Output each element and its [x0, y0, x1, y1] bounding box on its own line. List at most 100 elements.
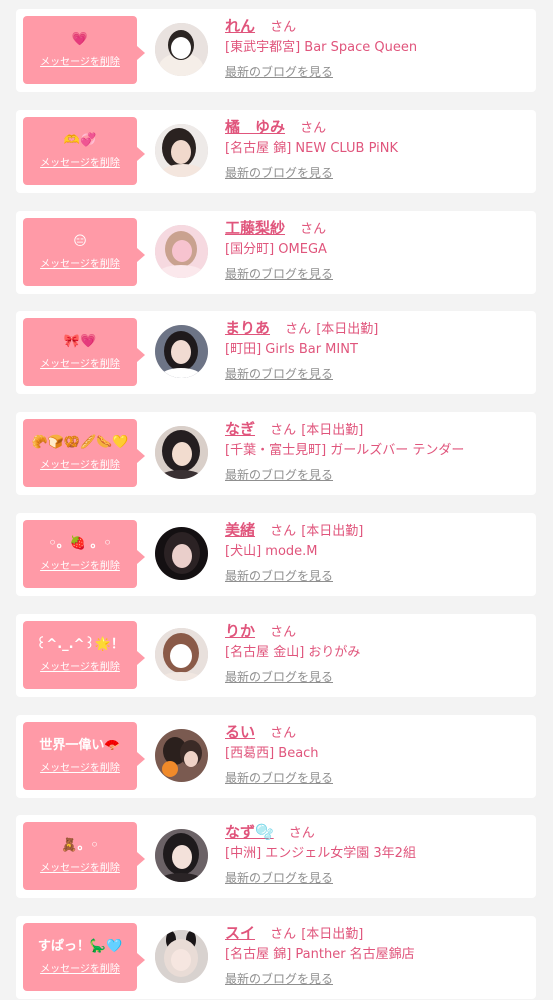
avatar[interactable] — [155, 527, 208, 580]
favorites-list: 💗 メッセージを削除 れん さん [東武宇都宮] Bar Space Queen… — [0, 0, 553, 1000]
avatar-photo — [155, 729, 208, 782]
message-text: 🫶💞 — [63, 133, 97, 148]
message-bubble: すぱっ！🦕🩵 メッセージを削除 — [23, 923, 145, 991]
list-item: ꒰^._.^꒱🌟！ メッセージを削除 りか さん [名古屋 金山] おりがみ 最… — [16, 614, 536, 697]
list-item: 🥐🍞🥨🥖🌭💛 メッセージを削除 なぎ さん [本日出勤] [千葉・富士見町] ガ… — [16, 412, 536, 495]
latest-blog-link[interactable]: 最新のブログを見る — [225, 265, 333, 282]
avatar-photo — [155, 527, 208, 580]
honorific: さん — [270, 524, 297, 539]
shop-name: [千葉・富士見町] ガールズバー テンダー — [225, 443, 465, 458]
avatar[interactable] — [155, 628, 208, 681]
message-bubble: ꒰^._.^꒱🌟！ メッセージを削除 — [23, 621, 145, 689]
message-bubble: 💗 メッセージを削除 — [23, 16, 145, 84]
honorific: さん — [288, 826, 315, 841]
avatar-photo — [155, 628, 208, 681]
message-bubble: 🥐🍞🥨🥖🌭💛 メッセージを削除 — [23, 419, 145, 487]
honorific: さん — [300, 121, 327, 136]
shop-name: [名古屋 錦] NEW CLUB PiNK — [225, 141, 398, 156]
message-bubble: 🧸。◦ メッセージを削除 — [23, 822, 145, 890]
latest-blog-link[interactable]: 最新のブログを見る — [225, 668, 333, 685]
delete-message-link[interactable]: メッセージを削除 — [27, 53, 133, 68]
shop-name: [名古屋 金山] おりがみ — [225, 645, 361, 660]
cast-name-link[interactable]: りか — [225, 623, 255, 640]
honorific: さん — [270, 423, 297, 438]
delete-message-link[interactable]: メッセージを削除 — [27, 456, 133, 471]
honorific: さん — [270, 20, 297, 35]
working-today-badge: [本日出勤] — [316, 322, 379, 337]
cast-name-link[interactable]: まりあ — [225, 320, 270, 337]
honorific: さん — [270, 927, 297, 942]
list-item: ◦。🍓 。◦ メッセージを削除 美緒 さん [本日出勤] [犬山] mode.M… — [16, 513, 536, 596]
list-item: 🧸。◦ メッセージを削除 なず🫧 さん [中洲] エンジェル女学園 3年2組 最… — [16, 815, 536, 898]
latest-blog-link[interactable]: 最新のブログを見る — [225, 63, 333, 80]
working-today-badge: [本日出勤] — [301, 524, 364, 539]
latest-blog-link[interactable]: 最新のブログを見る — [225, 164, 333, 181]
honorific: さん — [270, 726, 297, 741]
message-bubble: 🎀💗 メッセージを削除 — [23, 318, 145, 386]
latest-blog-link[interactable]: 最新のブログを見る — [225, 567, 333, 584]
message-text: ꒰^._.^꒱🌟！ — [36, 637, 124, 652]
delete-message-link[interactable]: メッセージを削除 — [27, 859, 133, 874]
message-bubble: 🫶💞 メッセージを削除 — [23, 117, 145, 185]
avatar-photo — [155, 325, 208, 378]
cast-name-link[interactable]: れん — [225, 18, 255, 35]
cast-name-link[interactable]: スイ — [225, 925, 255, 942]
message-text: 🥐🍞🥨🥖🌭💛 — [31, 435, 129, 450]
message-text: ◦。🍓 。◦ — [48, 536, 112, 551]
avatar[interactable] — [155, 930, 208, 983]
delete-message-link[interactable]: メッセージを削除 — [27, 658, 133, 673]
avatar[interactable] — [155, 23, 208, 76]
avatar-photo — [155, 124, 208, 177]
cast-name-link[interactable]: 美緒 — [225, 522, 255, 539]
latest-blog-link[interactable]: 最新のブログを見る — [225, 769, 333, 786]
avatar-photo — [155, 426, 208, 479]
delete-message-link[interactable]: メッセージを削除 — [27, 759, 133, 774]
delete-message-link[interactable]: メッセージを削除 — [27, 557, 133, 572]
avatar[interactable] — [155, 829, 208, 882]
latest-blog-link[interactable]: 最新のブログを見る — [225, 869, 333, 886]
message-bubble: 世界一偉い🪭 メッセージを削除 — [23, 722, 145, 790]
latest-blog-link[interactable]: 最新のブログを見る — [225, 466, 333, 483]
list-item: 😑 メッセージを削除 工藤梨紗 さん [国分町] OMEGA 最新のブログを見る — [16, 211, 536, 294]
message-text: すぱっ！🦕🩵 — [37, 939, 123, 954]
avatar[interactable] — [155, 426, 208, 479]
avatar[interactable] — [155, 325, 208, 378]
delete-message-link[interactable]: メッセージを削除 — [27, 355, 133, 370]
avatar-photo — [155, 225, 208, 278]
cast-name-link[interactable]: 橘 ゆみ — [225, 119, 285, 136]
cast-name-link[interactable]: なぎ — [225, 421, 255, 438]
shop-name: [名古屋 錦] Panther 名古屋錦店 — [225, 947, 415, 962]
latest-blog-link[interactable]: 最新のブログを見る — [225, 365, 333, 382]
delete-message-link[interactable]: メッセージを削除 — [27, 154, 133, 169]
avatar[interactable] — [155, 225, 208, 278]
working-today-badge: [本日出勤] — [301, 927, 364, 942]
shop-name: [中洲] エンジェル女学園 3年2組 — [225, 846, 416, 861]
delete-message-link[interactable]: メッセージを削除 — [27, 960, 133, 975]
avatar[interactable] — [155, 729, 208, 782]
avatar-photo — [155, 930, 208, 983]
message-bubble: ◦。🍓 。◦ メッセージを削除 — [23, 520, 145, 588]
list-item: 💗 メッセージを削除 れん さん [東武宇都宮] Bar Space Queen… — [16, 9, 536, 92]
cast-name-link[interactable]: なず🫧 — [225, 824, 274, 841]
cast-name-link[interactable]: 工藤梨紗 — [225, 220, 285, 237]
shop-name: [国分町] OMEGA — [225, 242, 327, 257]
shop-name: [町田] Girls Bar MINT — [225, 342, 358, 357]
shop-name: [東武宇都宮] Bar Space Queen — [225, 40, 418, 55]
shop-name: [犬山] mode.M — [225, 544, 318, 559]
shop-name: [西葛西] Beach — [225, 746, 319, 761]
message-text: 世界一偉い🪭 — [39, 738, 121, 753]
message-text: 💗 — [71, 32, 89, 47]
working-today-badge: [本日出勤] — [301, 423, 364, 438]
delete-message-link[interactable]: メッセージを削除 — [27, 255, 133, 270]
message-text: 🎀💗 — [63, 334, 97, 349]
honorific: さん — [300, 222, 327, 237]
honorific: さん — [285, 322, 312, 337]
honorific: さん — [270, 625, 297, 640]
latest-blog-link[interactable]: 最新のブログを見る — [225, 970, 333, 987]
list-item: 🎀💗 メッセージを削除 まりあ さん [本日出勤] [町田] Girls Bar… — [16, 311, 536, 394]
message-bubble: 😑 メッセージを削除 — [23, 218, 145, 286]
cast-name-link[interactable]: るい — [225, 724, 255, 741]
message-text: 🧸。◦ — [61, 838, 99, 853]
avatar[interactable] — [155, 124, 208, 177]
list-item: 世界一偉い🪭 メッセージを削除 るい さん [西葛西] Beach 最新のブログ… — [16, 715, 536, 798]
